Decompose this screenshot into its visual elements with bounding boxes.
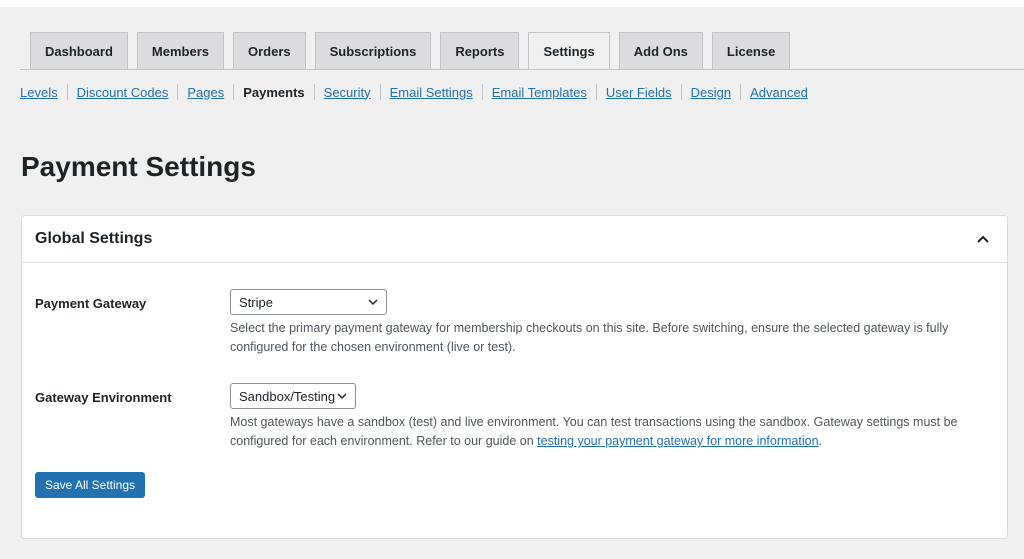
subnav-pages[interactable]: Pages — [187, 85, 224, 100]
subnav-email-templates[interactable]: Email Templates — [492, 85, 587, 100]
subnav-discount-codes[interactable]: Discount Codes — [77, 85, 169, 100]
tabs-divider — [20, 69, 1024, 70]
payment-gateway-select[interactable]: Stripe — [230, 289, 387, 315]
subnav-email-settings[interactable]: Email Settings — [390, 85, 473, 100]
tab-add-ons[interactable]: Add Ons — [618, 32, 703, 70]
panel-title: Global Settings — [35, 230, 153, 247]
top-strip — [0, 0, 1024, 7]
testing-guide-link[interactable]: testing your payment gateway for more in… — [537, 434, 818, 448]
select-value: Sandbox/Testing — [239, 388, 336, 404]
chevron-down-icon — [368, 299, 378, 305]
main-tabs: Dashboard Members Orders Subscriptions R… — [30, 32, 791, 71]
gateway-environment-description: Most gateways have a sandbox (test) and … — [230, 413, 990, 451]
save-all-settings-button[interactable]: Save All Settings — [35, 472, 145, 498]
subnav-separator — [379, 84, 381, 100]
global-settings-panel: Global Settings Payment Gateway Stripe S… — [21, 215, 1008, 539]
page-title: Payment Settings — [21, 151, 256, 182]
tab-dashboard[interactable]: Dashboard — [30, 32, 128, 70]
description-text-end: . — [818, 434, 823, 448]
tab-label: Members — [151, 44, 209, 59]
subnav-separator — [680, 84, 682, 100]
subnav-separator — [595, 84, 597, 100]
select-value: Stripe — [239, 294, 273, 310]
subnav-separator — [313, 84, 315, 100]
subnav-separator — [66, 84, 68, 100]
tab-settings[interactable]: Settings — [528, 32, 610, 71]
chevron-up-icon[interactable] — [973, 229, 993, 249]
tab-reports[interactable]: Reports — [440, 32, 520, 70]
subnav-separator — [177, 84, 179, 100]
tab-license[interactable]: License — [711, 32, 791, 70]
tab-label: Add Ons — [633, 44, 688, 59]
tab-label: License — [726, 44, 776, 59]
settings-subnav: Levels Discount Codes Pages Payments Sec… — [20, 84, 808, 100]
tab-label: Reports — [455, 44, 505, 59]
chevron-down-icon — [337, 393, 347, 399]
global-settings-header[interactable]: Global Settings — [22, 216, 1007, 263]
tab-label: Orders — [247, 44, 291, 59]
subnav-levels[interactable]: Levels — [20, 85, 58, 100]
subnav-design[interactable]: Design — [691, 85, 731, 100]
tab-members[interactable]: Members — [136, 32, 224, 70]
tab-subscriptions[interactable]: Subscriptions — [314, 32, 432, 70]
gateway-environment-label: Gateway Environment — [35, 390, 172, 405]
subnav-separator — [481, 84, 483, 100]
tab-label: Settings — [543, 44, 595, 59]
tab-label: Subscriptions — [329, 44, 417, 59]
subnav-security[interactable]: Security — [324, 85, 371, 100]
payment-gateway-description: Select the primary payment gateway for m… — [230, 321, 949, 354]
tab-orders[interactable]: Orders — [232, 32, 306, 70]
tab-label: Dashboard — [45, 44, 113, 59]
payment-gateway-label: Payment Gateway — [35, 296, 147, 311]
subnav-advanced[interactable]: Advanced — [750, 85, 808, 100]
subnav-separator — [740, 84, 742, 100]
gateway-environment-select[interactable]: Sandbox/Testing — [230, 383, 356, 409]
subnav-payments: Payments — [243, 84, 305, 100]
subnav-separator — [233, 84, 235, 100]
subnav-user-fields[interactable]: User Fields — [606, 85, 672, 100]
